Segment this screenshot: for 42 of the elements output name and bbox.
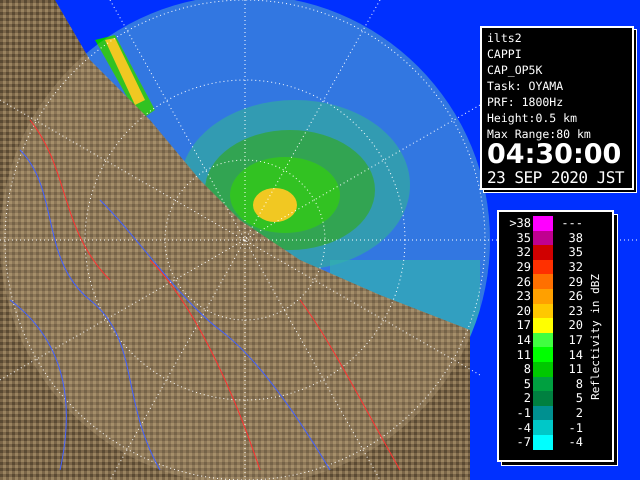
date-text: 23 SEP 2020 JST	[487, 168, 624, 188]
legend-label: 26	[516, 274, 531, 289]
legend-label: 29	[568, 274, 583, 289]
legend-label: 2	[574, 406, 583, 420]
legend-label: 5	[522, 376, 531, 391]
legend-label: 23	[516, 289, 531, 304]
legend-label: 14	[516, 333, 531, 348]
legend-label: 32	[516, 245, 531, 260]
legend-label: 11	[568, 362, 583, 376]
legend-label: 14	[568, 348, 583, 362]
legend-label: 29	[516, 260, 531, 274]
legend-label: 35	[516, 230, 531, 245]
legend-label: 5	[574, 391, 583, 406]
legend-label: 26	[568, 289, 583, 304]
legend-label: 11	[516, 348, 531, 362]
legend-title: Reflectivity in dBZ	[589, 274, 602, 400]
info-text: ilts2	[487, 30, 523, 46]
legend-label: 8	[574, 376, 583, 391]
legend-label: -1	[568, 420, 583, 435]
legend-label: -4	[568, 435, 583, 450]
info-text: CAP_OP5K	[487, 62, 544, 78]
legend-label: -1	[516, 406, 531, 420]
legend-label: 20	[516, 304, 531, 318]
legend-label: 32	[568, 260, 583, 274]
info-text: Task: OYAMA	[487, 78, 564, 94]
legend-label: 17	[516, 318, 531, 332]
legend-label: 23	[568, 304, 583, 318]
legend-label: -4	[516, 420, 531, 435]
info-text: Height:0.5 km	[487, 110, 578, 126]
legend-label: 38	[568, 230, 583, 245]
time-text: 04:30:00	[487, 142, 622, 168]
legend-label: ---	[560, 216, 583, 230]
legend-label: 20	[568, 318, 583, 332]
info-text: CAPPI	[487, 46, 523, 62]
legend-label: 2	[522, 391, 531, 406]
info-text: Max Range:80 km	[487, 126, 592, 142]
legend-label: >38	[508, 216, 531, 230]
legend-label: 8	[522, 362, 531, 376]
info-text: PRF: 1800Hz	[487, 94, 564, 110]
legend-label: -7	[516, 435, 531, 450]
legend-label: 35	[568, 245, 583, 260]
legend-label: 17	[568, 333, 583, 348]
